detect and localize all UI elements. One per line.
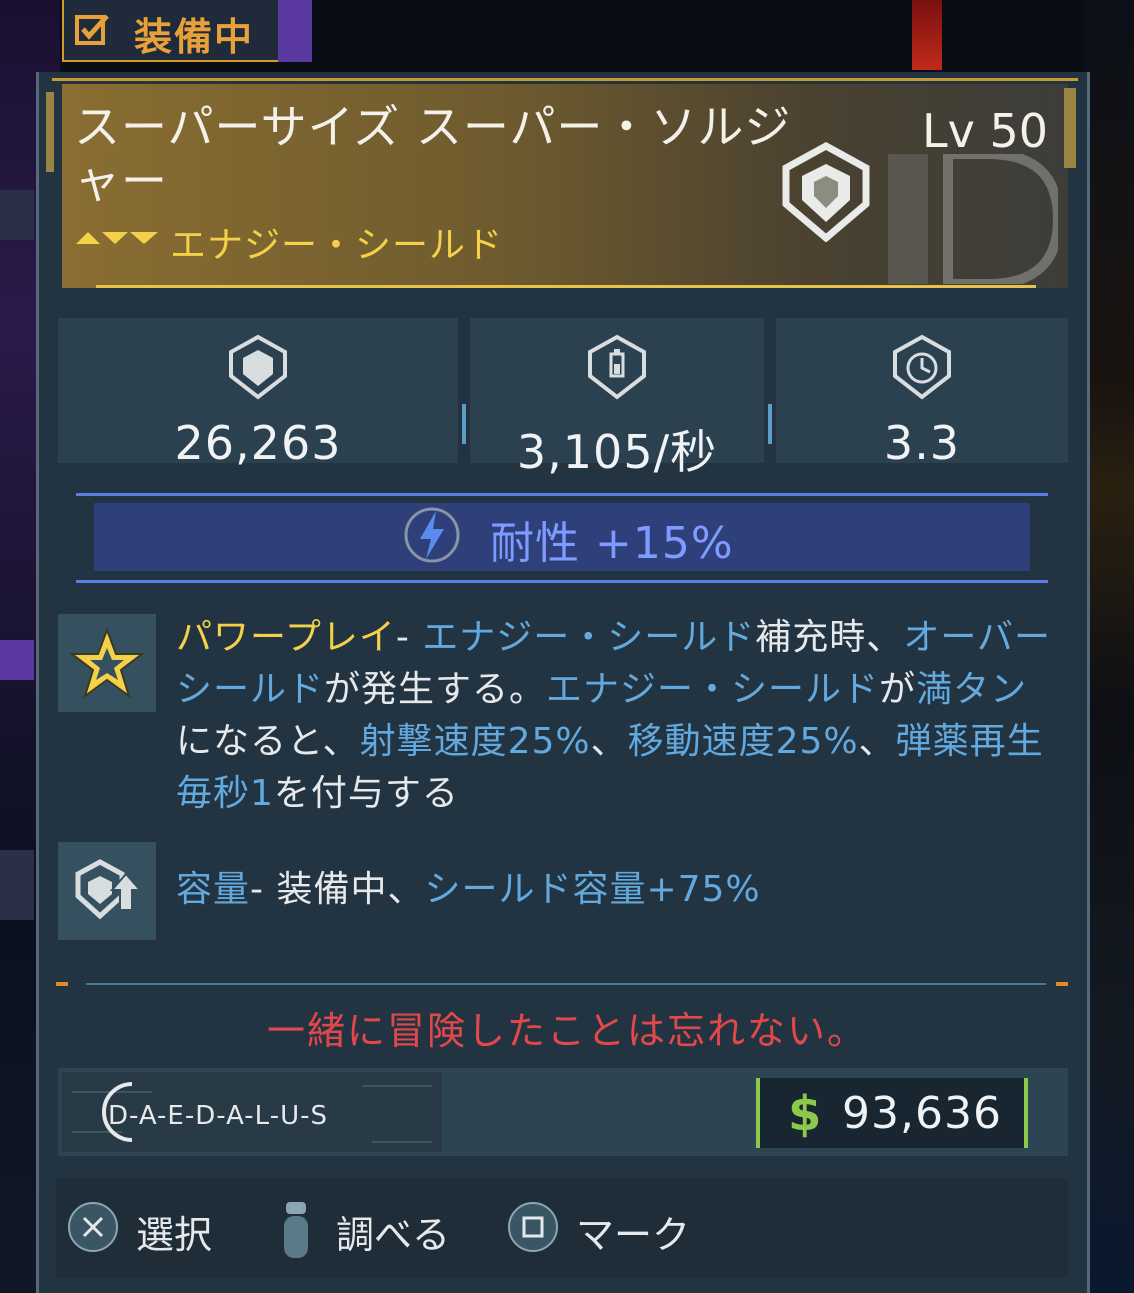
stat-value: 26,263 [174, 416, 342, 470]
flavor-text: 一緒に冒険したことは忘れない。 [266, 1009, 867, 1053]
star-perk-icon [70, 627, 144, 699]
manufacturer-name: D-A-E-D-A-L-U-S [108, 1101, 328, 1131]
dollar-icon: $ [788, 1086, 822, 1142]
capacity-up-perk-icon [75, 859, 143, 920]
item-header: スーパーサイズ スーパー・ソルジャー Lv 50 エナジー・シールド [46, 78, 1078, 288]
perk-text-segment: エナジー・シールド [546, 669, 880, 710]
header-left-bracket [46, 92, 54, 172]
price-value: 93,636 [842, 1088, 1002, 1139]
perk-text-segment: 移動速度25% [627, 721, 859, 762]
manufacturer-watermark-icon [888, 154, 1058, 284]
mark-label: マーク [576, 1213, 691, 1257]
perk-description: 容量- 装備中、シールド容量+75% [176, 864, 1056, 916]
item-price: $ 93,636 [756, 1078, 1028, 1148]
equipped-label: 装備中 [134, 15, 255, 59]
perk-text-segment: 満タン [916, 669, 1028, 710]
perk-text-segment: 、 [858, 721, 896, 762]
perk-description: パワープレイ- エナジー・シールド補充時、オーバーシールドが発生する。エナジー・… [176, 612, 1056, 820]
perk-text-segment: が [879, 669, 917, 710]
perk-text-segment: になると、 [176, 721, 360, 762]
divider-right-tick [1056, 982, 1068, 986]
shield-recharge-rate-icon [588, 334, 646, 400]
perk-icon-box [58, 842, 156, 940]
perk-text-segment: エナジー・シールド [422, 617, 756, 658]
perk-text-segment: を付与する [273, 773, 459, 814]
resistance-bonus: 耐性 +15% [76, 493, 1048, 583]
header-right-bracket [1064, 88, 1076, 168]
header-bottom-line [96, 285, 1036, 288]
lightning-icon [404, 507, 460, 563]
item-type: エナジー・シールド [170, 225, 504, 266]
shield-capacity-icon [229, 334, 287, 400]
divider-left-tick [56, 982, 68, 986]
item-level: Lv 50 [921, 104, 1048, 158]
header-top-line [52, 78, 1078, 81]
background-detail [0, 640, 34, 680]
divider [86, 983, 1046, 985]
perk-text-segment: - [395, 617, 423, 658]
perk-text-segment: 容量 [176, 869, 251, 910]
checkmark-icon [75, 14, 109, 45]
perk-text-segment: 補充時、 [755, 617, 904, 658]
perk-text-segment: パワープレイ [176, 617, 396, 658]
stat-value: 3,105/秒 [516, 425, 718, 479]
rarity-chevrons-icon [76, 232, 158, 244]
item-name: スーパーサイズ スーパー・ソルジャー [74, 100, 792, 208]
select-label: 選択 [136, 1213, 213, 1257]
stat-recharge-delay: 3.3 [776, 318, 1068, 470]
perk-text-segment: - 装備中、 [250, 869, 425, 910]
perk-text-segment: が発生する。 [324, 669, 547, 710]
stat-capacity: 26,263 [58, 318, 458, 470]
background-detail [0, 190, 34, 240]
control-hints: 選択 調べる マーク [56, 1178, 1068, 1278]
daedalus-logo: D-A-E-D-A-L-U-S [62, 1072, 442, 1152]
bonus-top-border [76, 493, 1048, 496]
background-detail [0, 850, 34, 920]
shield-icon [782, 142, 870, 242]
background-right [1084, 0, 1134, 1293]
equipped-tab[interactable]: 装備中 [62, 0, 312, 62]
square-button-icon [508, 1202, 558, 1252]
bonus-text: 耐性 +15% [490, 518, 734, 569]
touchpad-icon [284, 1202, 308, 1258]
perk-text-segment: シールド容量+75% [424, 869, 761, 910]
bonus-bottom-border [76, 580, 1048, 583]
perk-text-segment: 射撃速度25% [359, 721, 591, 762]
stat-recharge-rate: 3,105/秒 [470, 318, 764, 479]
perk-text-segment: 、 [590, 721, 628, 762]
cross-button-icon [68, 1202, 118, 1252]
stat-value: 3.3 [883, 416, 961, 470]
background-light [912, 0, 942, 70]
tab-edge [278, 0, 312, 62]
stat-separator [462, 404, 466, 444]
stat-separator [768, 404, 772, 444]
shield-recharge-delay-icon [893, 334, 951, 400]
inspect-label: 調べる [336, 1213, 451, 1257]
perk-icon-box [58, 614, 156, 712]
